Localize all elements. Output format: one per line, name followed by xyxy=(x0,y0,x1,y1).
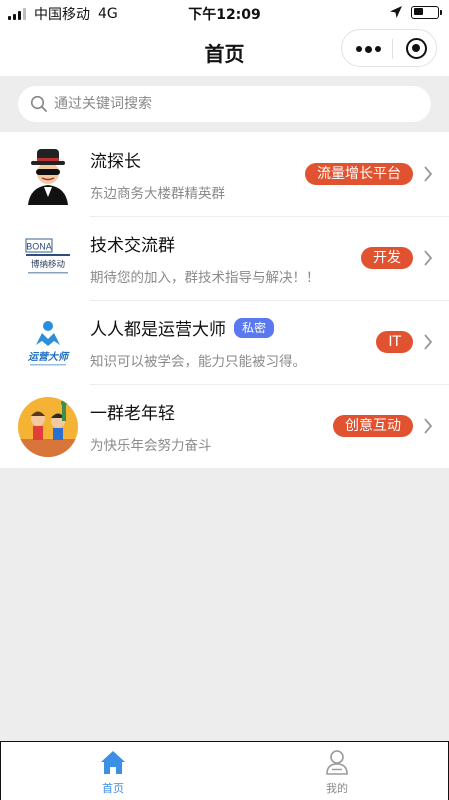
search-box[interactable] xyxy=(18,86,431,122)
group-desc: 为快乐年会努力奋斗 xyxy=(90,438,212,454)
group-name: 一群老年轻 xyxy=(90,404,175,424)
chevron-right-icon xyxy=(424,334,433,350)
battery-icon xyxy=(411,5,442,19)
chevron-right-icon xyxy=(424,250,433,266)
list-item[interactable]: 运营大师 人人都是运营大师 私密 知识可以被学会，能力只能被习得。 IT xyxy=(0,300,449,384)
tab-bar: 首页 我的 xyxy=(0,741,449,800)
runners-avatar xyxy=(18,397,78,457)
search-area xyxy=(0,76,449,132)
group-desc: 东边商务大楼群精英群 xyxy=(90,186,225,202)
capsule-divider xyxy=(392,39,393,59)
status-bar: 中国移动 4G 下午12:09 xyxy=(0,0,449,26)
group-name: 流探长 xyxy=(90,152,141,172)
miniprogram-capsule xyxy=(341,29,437,67)
private-badge: 私密 xyxy=(234,317,275,338)
group-desc: 期待您的加入，群技术指导与解决！！ xyxy=(90,270,320,286)
group-tag: 流量增长平台 xyxy=(305,163,413,185)
group-tag: IT xyxy=(376,331,413,353)
user-icon xyxy=(326,750,348,775)
clock: 下午12:09 xyxy=(188,7,261,23)
group-tag: 创意互动 xyxy=(333,415,413,437)
svg-text:运营大师: 运营大师 xyxy=(28,351,70,363)
list-item[interactable]: BONA 博纳移动 技术交流群 期待您的加入，群技术指导与解决！！ 开发 xyxy=(0,216,449,300)
tab-label: 首页 xyxy=(102,782,124,795)
group-name: 技术交流群 xyxy=(90,236,175,256)
status-right xyxy=(389,5,442,19)
group-name: 人人都是运营大师 私密 xyxy=(90,315,275,340)
more-dots-icon[interactable] xyxy=(356,45,384,53)
svg-text:BONA: BONA xyxy=(26,242,52,252)
chevron-right-icon xyxy=(424,418,433,434)
home-icon xyxy=(101,751,125,774)
group-tag: 开发 xyxy=(361,247,413,269)
list-item[interactable]: 一群老年轻 为快乐年会努力奋斗 创意互动 xyxy=(0,384,449,468)
tab-mine[interactable]: 我的 xyxy=(225,742,449,800)
group-list: 流探长 东边商务大楼群精英群 流量增长平台 BONA 博纳移动 技术交流群 期待… xyxy=(0,132,449,468)
detective-avatar xyxy=(18,145,78,205)
close-target-icon[interactable] xyxy=(406,38,427,59)
search-icon xyxy=(30,95,47,112)
nav-bar: 首页 xyxy=(0,26,449,76)
search-input[interactable] xyxy=(54,86,414,122)
svg-text:博纳移动: 博纳移动 xyxy=(31,259,66,270)
chevron-right-icon xyxy=(424,166,433,182)
location-arrow-icon xyxy=(390,6,402,18)
tab-label: 我的 xyxy=(326,782,348,795)
list-item[interactable]: 流探长 东边商务大楼群精英群 流量增长平台 xyxy=(0,132,449,216)
tab-home[interactable]: 首页 xyxy=(1,742,225,800)
group-desc: 知识可以被学会，能力只能被习得。 xyxy=(90,354,306,370)
bona-logo: BONA 博纳移动 xyxy=(18,229,78,289)
yunying-logo: 运营大师 xyxy=(18,313,78,373)
